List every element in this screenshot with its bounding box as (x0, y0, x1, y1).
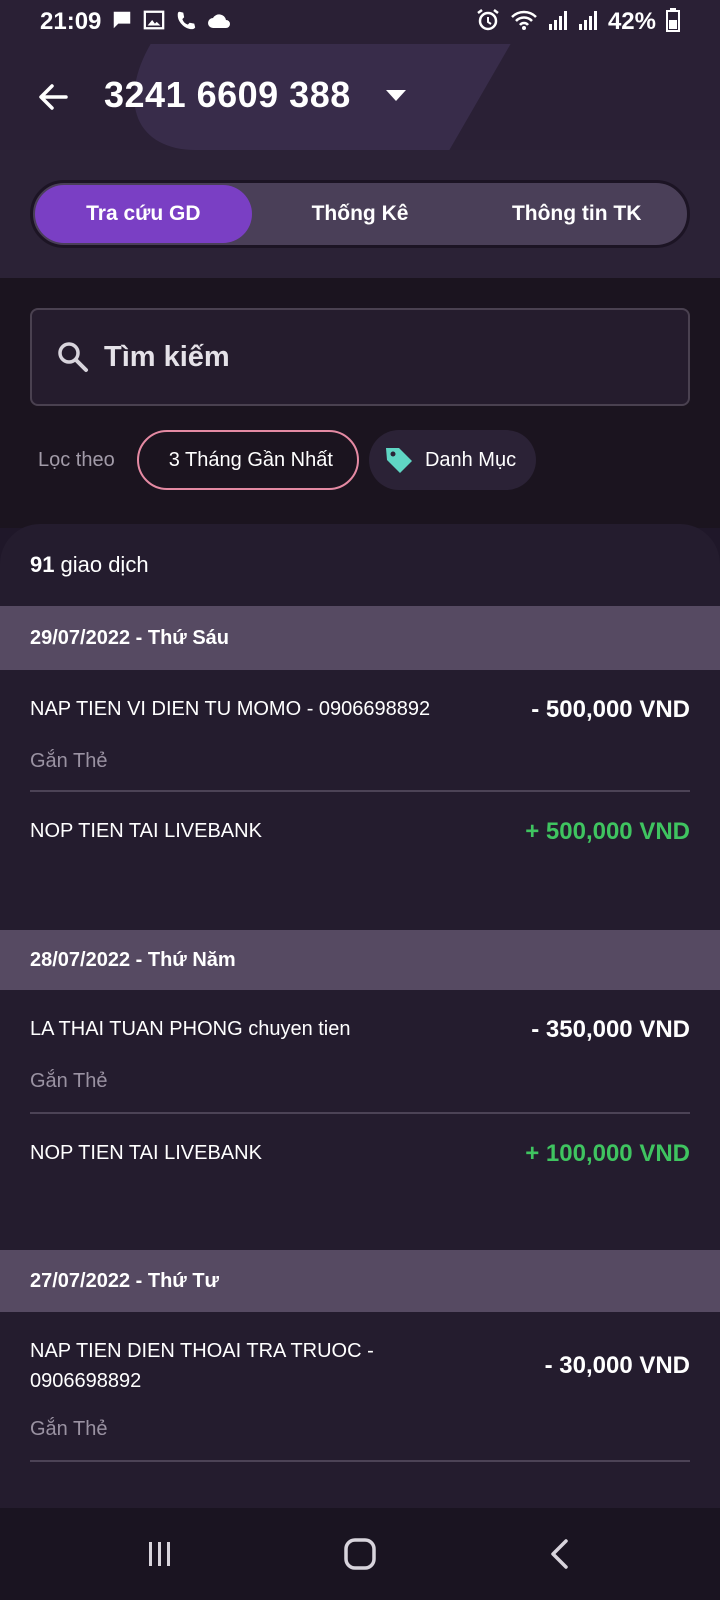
transaction-description: NAP TIEN VI DIEN TU MOMO - 0906698892 (30, 698, 431, 720)
transaction-amount: - 30,000 VND (544, 1352, 690, 1379)
date-header: 29/07/2022 - Thứ Sáu (0, 606, 720, 670)
account-number[interactable]: 3241 6609 388 (104, 74, 351, 116)
period-filter-chip[interactable]: 3 Tháng Gần Nhất (136, 430, 359, 490)
home-button[interactable] (330, 1524, 390, 1584)
transaction-amount: + 100,000 VND (525, 1140, 690, 1167)
transaction-amount: - 350,000 VND (531, 1016, 690, 1043)
tab-thong-tin-tk[interactable]: Thông tin TK (468, 185, 685, 243)
cloud-icon (207, 10, 231, 34)
tab-bar: Tra cứu GD Thống Kê Thông tin TK (30, 180, 690, 248)
search-input[interactable]: Tìm kiếm (30, 308, 690, 406)
system-nav-bar (0, 1508, 720, 1600)
add-tag-link[interactable]: Gắn Thẻ (30, 750, 107, 773)
transaction-amount: - 500,000 VND (531, 696, 690, 723)
caret-down-icon[interactable] (386, 90, 406, 101)
transaction-description: NOP TIEN TAI LIVEBANK (30, 820, 262, 842)
transaction-count: 91 giao dịch (0, 524, 720, 606)
back-button[interactable] (34, 77, 74, 117)
transaction-item[interactable]: NAP TIEN DIEN THOAI TRA TRUOC - 09066988… (30, 1312, 690, 1462)
chevron-left-icon (551, 1539, 568, 1569)
tag-icon (385, 448, 412, 473)
transaction-item[interactable]: NAP TIEN VI DIEN TU MOMO - 0906698892 - … (30, 670, 690, 792)
status-time: 21:09 (40, 8, 102, 35)
transaction-item[interactable]: NOP TIEN TAI LIVEBANK + 100,000 VND (30, 1114, 690, 1250)
recent-apps-button[interactable] (130, 1524, 190, 1584)
app-header: 3241 6609 388 (0, 44, 720, 150)
count-label: giao dịch (60, 552, 149, 577)
category-filter-label: Danh Mục (424, 448, 517, 471)
transaction-list[interactable]: 91 giao dịch 29/07/2022 - Thứ Sáu NAP TI… (0, 524, 720, 1508)
date-header: 27/07/2022 - Thứ Tư (0, 1250, 720, 1312)
home-icon (344, 1538, 376, 1570)
transaction-item[interactable]: LA THAI TUAN PHONG chuyen tien - 350,000… (30, 990, 690, 1114)
status-bar: 21:09 42% (0, 0, 720, 44)
alarm-icon (476, 8, 500, 36)
signal-icon (548, 9, 568, 35)
call-icon (175, 9, 197, 35)
system-back-button[interactable] (530, 1524, 590, 1584)
add-tag-link[interactable]: Gắn Thẻ (30, 1418, 107, 1441)
search-icon (58, 342, 88, 372)
filter-row: Lọc theo 3 Tháng Gần Nhất Danh Mục (0, 430, 720, 490)
recent-apps-icon (149, 1542, 170, 1566)
tabs-section: Tra cứu GD Thống Kê Thông tin TK (0, 150, 720, 278)
category-filter-chip[interactable]: Danh Mục (368, 430, 537, 490)
count-value: 91 (30, 552, 55, 577)
signal-icon-2 (578, 9, 598, 35)
transaction-description: NAP TIEN DIEN THOAI TRA TRUOC - 09066988… (30, 1340, 374, 1392)
wifi-icon (510, 9, 538, 35)
date-header: 28/07/2022 - Thứ Năm (0, 930, 720, 990)
image-icon (143, 9, 165, 35)
period-filter-label: 3 Tháng Gần Nhất (168, 448, 333, 471)
tab-tra-cuu-gd[interactable]: Tra cứu GD (35, 185, 252, 243)
battery-percent: 42% (607, 8, 656, 35)
search-area: Tìm kiếm Lọc theo 3 Tháng Gần Nhất Danh … (0, 278, 720, 528)
filter-label: Lọc theo (38, 448, 115, 471)
search-placeholder: Tìm kiếm (104, 340, 230, 373)
back-arrow-icon (39, 84, 68, 110)
transaction-amount: + 500,000 VND (525, 818, 690, 845)
tab-thong-ke[interactable]: Thống Kê (252, 185, 469, 243)
transaction-description: LA THAI TUAN PHONG chuyen tien (30, 1018, 351, 1040)
transaction-description: NOP TIEN TAI LIVEBANK (30, 1142, 262, 1164)
transaction-item[interactable]: NOP TIEN TAI LIVEBANK + 500,000 VND (30, 792, 690, 930)
add-tag-link[interactable]: Gắn Thẻ (30, 1070, 107, 1093)
battery-icon (666, 8, 680, 36)
message-icon (111, 9, 133, 35)
